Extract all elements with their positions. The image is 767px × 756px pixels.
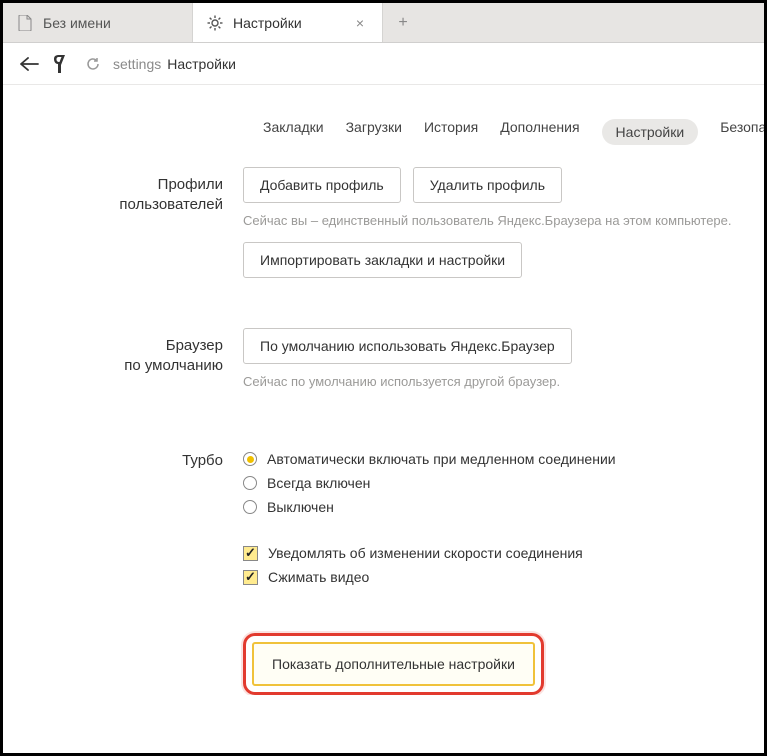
set-default-browser-button[interactable]: По умолчанию использовать Яндекс.Браузер: [243, 328, 572, 364]
tab-title: Без имени: [43, 15, 178, 31]
address-title: Настройки: [167, 56, 236, 72]
label-line: Браузер: [166, 337, 223, 354]
nav-downloads[interactable]: Загрузки: [346, 119, 402, 145]
label-line: пользователей: [119, 196, 223, 213]
section-label: Браузер по умолчанию: [3, 328, 243, 403]
tab-strip: Без имени Настройки × +: [3, 3, 764, 43]
tab-settings[interactable]: Настройки ×: [193, 3, 383, 42]
import-button[interactable]: Импортировать закладки и настройки: [243, 242, 522, 278]
show-advanced-button[interactable]: Показать дополнительные настройки: [252, 642, 535, 686]
option-label: Выключен: [267, 499, 334, 515]
address-bar[interactable]: settings Настройки: [113, 56, 236, 72]
address-prefix: settings: [113, 56, 161, 72]
gear-icon: [207, 15, 223, 31]
tab-untitled[interactable]: Без имени: [3, 3, 193, 42]
add-profile-button[interactable]: Добавить профиль: [243, 167, 401, 203]
radio-icon: [243, 500, 257, 514]
section-label: Турбо: [3, 443, 243, 593]
nav-settings[interactable]: Настройки: [602, 119, 699, 145]
checkbox-icon: [243, 546, 258, 561]
turbo-option-off[interactable]: Выключен: [243, 499, 764, 515]
turbo-notify-checkbox[interactable]: Уведомлять об изменении скорости соедине…: [243, 545, 764, 561]
settings-nav: Закладки Загрузки История Дополнения Нас…: [263, 103, 764, 167]
page-icon: [17, 15, 33, 31]
advanced-highlight: Показать дополнительные настройки: [243, 633, 544, 695]
nav-security[interactable]: Безопасност: [720, 119, 764, 145]
label-line: по умолчанию: [124, 357, 223, 374]
section-label: Профили пользователей: [3, 167, 243, 288]
section-turbo: Турбо Автоматически включать при медленн…: [3, 443, 764, 593]
turbo-compress-checkbox[interactable]: Сжимать видео: [243, 569, 764, 585]
option-label: Автоматически включать при медленном сое…: [267, 451, 616, 467]
settings-page: Закладки Загрузки История Дополнения Нас…: [3, 85, 764, 695]
checkbox-icon: [243, 570, 258, 585]
remove-profile-button[interactable]: Удалить профиль: [413, 167, 562, 203]
section-profiles: Профили пользователей Добавить профиль У…: [3, 167, 764, 288]
default-browser-hint: Сейчас по умолчанию используется другой …: [243, 374, 764, 389]
tab-title: Настройки: [233, 15, 342, 31]
close-icon[interactable]: ×: [352, 15, 368, 31]
turbo-option-always[interactable]: Всегда включен: [243, 475, 764, 491]
option-label: Уведомлять об изменении скорости соедине…: [268, 545, 583, 561]
new-tab-button[interactable]: +: [383, 3, 423, 42]
nav-extensions[interactable]: Дополнения: [500, 119, 579, 145]
toolbar: settings Настройки: [3, 43, 764, 85]
option-label: Всегда включен: [267, 475, 370, 491]
nav-bookmarks[interactable]: Закладки: [263, 119, 324, 145]
radio-icon: [243, 476, 257, 490]
radio-icon: [243, 452, 257, 466]
option-label: Сжимать видео: [268, 569, 369, 585]
reload-icon[interactable]: [85, 56, 101, 72]
back-button[interactable]: [17, 52, 41, 76]
section-default-browser: Браузер по умолчанию По умолчанию исполь…: [3, 328, 764, 403]
profiles-hint: Сейчас вы – единственный пользователь Ян…: [243, 213, 764, 228]
nav-history[interactable]: История: [424, 119, 478, 145]
turbo-option-auto[interactable]: Автоматически включать при медленном сое…: [243, 451, 764, 467]
label-line: Профили: [158, 176, 223, 193]
yandex-logo[interactable]: [53, 55, 73, 73]
